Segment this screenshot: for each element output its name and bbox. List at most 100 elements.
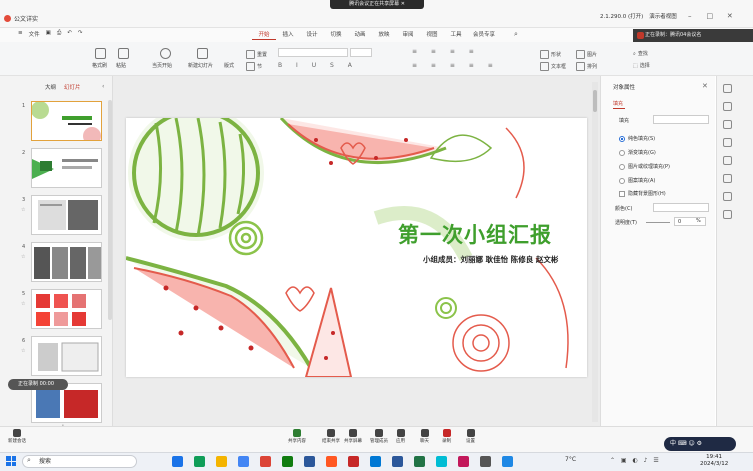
taskbar-app-icon[interactable] (502, 456, 513, 467)
slide-thumbnail-1[interactable] (31, 101, 102, 141)
close-pane-icon[interactable]: ✕ (702, 82, 708, 90)
find-button[interactable]: ⌕ 查找 (633, 50, 648, 58)
tab-slides[interactable]: 幻灯片 (64, 83, 81, 91)
meeting-button-chat[interactable]: 聊天 (420, 429, 429, 444)
canvas-scrollbar[interactable] (592, 82, 598, 422)
taskbar-app-icon[interactable] (282, 456, 293, 467)
text-box-button[interactable]: 文本框 (540, 62, 566, 71)
tab-transition[interactable]: 切换 (324, 30, 348, 40)
share-icon[interactable] (723, 156, 732, 165)
taskbar-app-icon[interactable] (392, 456, 403, 467)
hide-background-checkbox[interactable]: 隐藏背景图形(H) (619, 190, 666, 197)
recording-float[interactable]: 正在录制 00:00 (8, 379, 68, 390)
ime-toolbar[interactable]: 中 ⌨ ☺ ⚙ (664, 437, 736, 451)
taskbar-search[interactable]: 搜索 (22, 455, 137, 468)
picture-button[interactable]: 图片 (576, 50, 597, 59)
taskbar-app-icon[interactable] (304, 456, 315, 467)
radio-gradient-fill[interactable]: 渐变填充(G) (619, 149, 656, 156)
taskbar-app-icon[interactable] (260, 456, 271, 467)
redo-icon[interactable]: ↷ (78, 30, 83, 38)
slide-members[interactable]: 小组成员：刘丽娜 耿佳怡 陈修良 赵文彬 (423, 254, 558, 265)
help-icon[interactable] (723, 192, 732, 201)
slide-thumbnail-2[interactable] (31, 148, 102, 188)
play-icon[interactable] (160, 48, 171, 59)
meeting-button-settings[interactable]: 设置 (466, 429, 475, 444)
pane-tab-fill[interactable]: 填充 (613, 100, 623, 107)
font-size-select[interactable] (350, 48, 372, 57)
fill-section-label[interactable]: 填充 (619, 117, 629, 124)
property-icon[interactable] (723, 102, 732, 111)
align-buttons[interactable]: ≡ ≡ ≡ ≡ ≡ (412, 62, 499, 69)
reset-button[interactable]: 重置 (246, 50, 267, 59)
fill-select[interactable] (653, 115, 709, 124)
meeting-button-members[interactable]: 管理成员 (370, 429, 388, 444)
undo-icon[interactable]: ↶ (67, 30, 72, 38)
weather-widget[interactable]: 7°C (565, 456, 576, 463)
collapse-icon[interactable]: ‹ (102, 83, 104, 90)
radio-pattern-fill[interactable]: 图案填充(A) (619, 177, 655, 184)
paragraph-buttons[interactable]: ≡ ≡ ≡ ≡ (412, 48, 480, 55)
font-style-buttons[interactable]: B I U S A (278, 62, 358, 69)
slide-thumbnail-6[interactable] (31, 336, 102, 376)
radio-solid-fill[interactable]: 纯色填充(S) (619, 135, 655, 142)
meeting-button-new[interactable]: 新建会话 (8, 429, 26, 444)
taskbar-clock[interactable]: 19:41 2024/3/12 (700, 454, 728, 468)
tab-slideshow[interactable]: 放映 (372, 30, 396, 40)
meeting-button-share[interactable]: 共享内容 (288, 429, 306, 444)
search-icon[interactable]: ⌕ (514, 30, 518, 39)
transparency-slider[interactable] (646, 222, 670, 223)
slide-title[interactable]: 第一次小组汇报 (398, 219, 552, 249)
pointer-icon[interactable] (723, 84, 732, 93)
radio-picture-fill[interactable]: 图片或纹理填充(P) (619, 163, 670, 170)
select-button[interactable]: ⬚ 选择 (633, 62, 650, 70)
minimize-icon[interactable]: – (683, 12, 697, 20)
tab-animation[interactable]: 动画 (348, 30, 372, 40)
file-menu[interactable]: 文件 (29, 30, 40, 38)
paste-button[interactable]: 粘贴 (116, 62, 126, 69)
meeting-button-apps[interactable]: 应用 (396, 429, 405, 444)
canvas-scroll-thumb[interactable] (593, 90, 597, 112)
presenter-view-button[interactable]: 演示者视图 (649, 12, 677, 20)
taskbar-app-icon[interactable] (458, 456, 469, 467)
layout-button[interactable]: 版式 (224, 62, 234, 69)
design-icon[interactable] (723, 138, 732, 147)
tab-view[interactable]: 视图 (420, 30, 444, 40)
taskbar-app-icon[interactable] (370, 456, 381, 467)
slide-thumbnail-3[interactable] (31, 195, 102, 235)
taskbar-app-icon[interactable] (480, 456, 491, 467)
new-slide-button[interactable]: 新建幻灯片 (188, 62, 213, 69)
meeting-button-screen[interactable]: 共享屏幕 (344, 429, 362, 444)
meeting-button-record[interactable]: 录制 (442, 429, 451, 444)
taskbar-app-icon[interactable] (326, 456, 337, 467)
panel-scrollbar[interactable] (108, 100, 112, 320)
tab-design[interactable]: 设计 (300, 30, 324, 40)
taskbar-app-icon[interactable] (436, 456, 447, 467)
meeting-share-banner[interactable]: 腾讯会议正在共享屏幕 ✕ (330, 0, 424, 9)
recording-notification[interactable]: 正在录制：腾讯04会议名 (633, 29, 753, 42)
shape-button[interactable]: 形状 (540, 50, 561, 59)
taskbar-app-icon[interactable] (216, 456, 227, 467)
format-painter-icon[interactable] (95, 48, 106, 59)
play-from-current-button[interactable]: 当页开始 (152, 62, 172, 69)
tab-insert[interactable]: 插入 (276, 30, 300, 40)
settings-icon[interactable] (723, 174, 732, 183)
windows-start-icon[interactable] (6, 456, 16, 466)
tab-review[interactable]: 审阅 (396, 30, 420, 40)
slide-thumbnail-4[interactable] (31, 242, 102, 282)
tab-home[interactable]: 开始 (252, 30, 276, 40)
document-tab[interactable]: 公文详实 (4, 12, 38, 24)
more-icon[interactable] (723, 210, 732, 219)
tab-outline[interactable]: 大纲 (45, 83, 56, 91)
paste-icon[interactable] (118, 48, 129, 59)
color-picker[interactable] (653, 203, 709, 212)
hamburger-icon[interactable]: ≡ (18, 30, 23, 38)
save-icon[interactable]: ▣ (46, 30, 51, 38)
section-button[interactable]: 节 (246, 62, 262, 71)
maximize-icon[interactable]: □ (703, 12, 717, 20)
tab-tools[interactable]: 工具 (444, 30, 468, 40)
format-painter-button[interactable]: 格式刷 (92, 62, 107, 69)
taskbar-app-icon[interactable] (172, 456, 183, 467)
slide-thumbnail-5[interactable] (31, 289, 102, 329)
system-tray[interactable]: ⌃ ▣ ◐ ♪ ☰ (610, 457, 661, 464)
tab-member[interactable]: 会员专享 (468, 30, 500, 40)
